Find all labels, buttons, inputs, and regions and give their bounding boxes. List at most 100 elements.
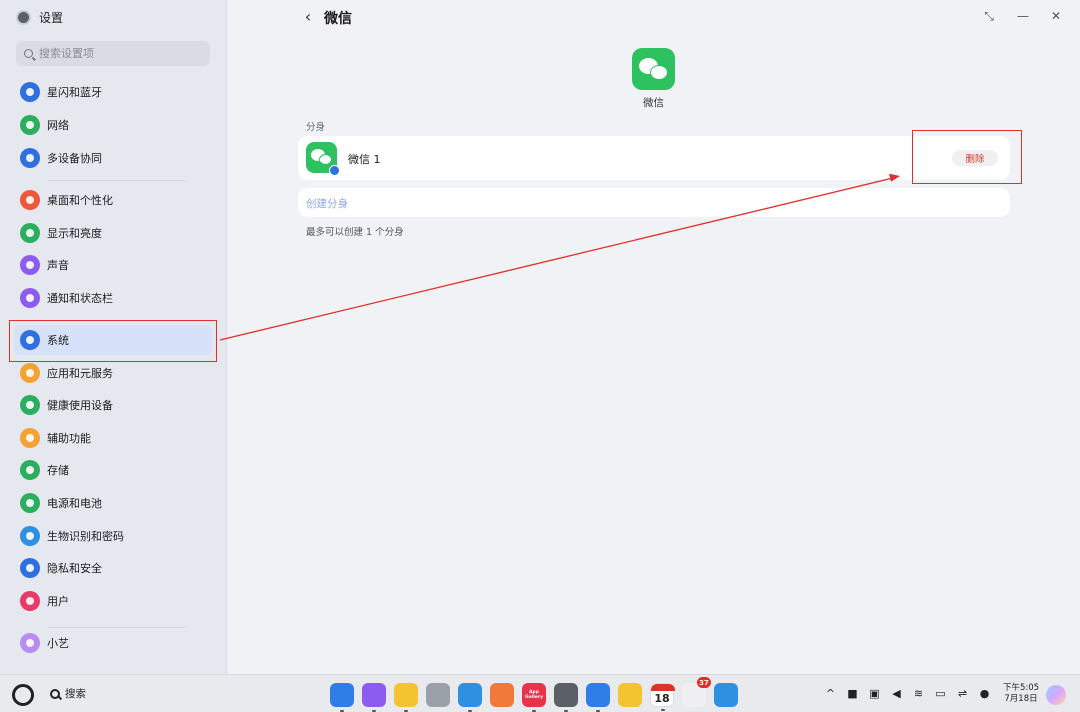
clock-date: 7月18日 <box>1004 694 1038 704</box>
close-button[interactable]: ✕ <box>1048 8 1064 24</box>
sidebar-item-4[interactable]: 显示和亮度 <box>14 218 212 248</box>
wifi-icon[interactable]: ≋ <box>912 687 925 700</box>
sidebar-item-label: 存储 <box>47 464 69 477</box>
app-gallery-icon[interactable]: App Gallery <box>522 683 546 712</box>
sidebar-item-label: 应用和元服务 <box>47 367 113 380</box>
battery-icon[interactable]: ▭ <box>934 687 947 700</box>
gallery-icon[interactable] <box>490 683 514 707</box>
start-button[interactable] <box>12 684 34 706</box>
apps-grid-icon <box>20 363 40 383</box>
volume-icon[interactable]: ◀ <box>890 687 903 700</box>
speaker-icon <box>20 255 40 275</box>
browser-icon[interactable] <box>458 683 482 712</box>
screen-capture-icon[interactable]: ▣ <box>868 687 881 700</box>
app-title: 设置 <box>39 10 64 25</box>
collapse-window-button[interactable]: ⤡ <box>981 8 997 24</box>
storage-icon <box>20 460 40 480</box>
clone-card: 微信 1 删除 <box>298 136 1010 180</box>
notes-icon[interactable] <box>586 683 610 712</box>
notification-bell-icon[interactable]: ● <box>978 687 991 700</box>
sidebar-item-label: 用户 <box>47 595 69 608</box>
sidebar-item-11[interactable]: 存储 <box>14 455 212 485</box>
sidebar-item-15[interactable]: 用户 <box>14 586 212 616</box>
sidebar-item-0[interactable]: 星闪和蓝牙 <box>14 77 212 107</box>
back-button[interactable]: ‹ <box>300 6 316 26</box>
search-input[interactable] <box>39 47 199 60</box>
annotation-box-system <box>9 320 217 362</box>
sidebar-item-label: 星闪和蓝牙 <box>47 86 102 99</box>
sidebar-item-6[interactable]: 通知和状态栏 <box>14 283 212 313</box>
chevron-up-icon[interactable]: ^ <box>824 687 837 700</box>
clone-name: 微信 1 <box>348 153 381 166</box>
assistant-orb-icon[interactable] <box>1046 685 1066 705</box>
app-center-icon[interactable] <box>330 683 354 712</box>
key-icon <box>20 526 40 546</box>
annotation-box-delete <box>912 130 1022 184</box>
multitask-icon[interactable] <box>362 683 386 712</box>
sidebar-item-1[interactable]: 网络 <box>14 110 212 140</box>
main-panel: ‹ 微信 ⤡ — ✕ 微信 分身 微信 1 删除 创建分身 最多可以创建 1 个… <box>228 0 1080 674</box>
bluetooth-icon <box>20 82 40 102</box>
sidebar-item-label: 电源和电池 <box>47 497 102 510</box>
taskbar: 搜索 App Gallery 18 37 ^ ■ ▣ ◀ ≋ ▭ ⇌ ● 下午5:0… <box>0 674 1080 712</box>
sidebar-item-5[interactable]: 声音 <box>14 250 212 280</box>
app-gallery-wordmark: App Gallery <box>524 690 544 700</box>
control-center-icon[interactable]: ⇌ <box>956 687 969 700</box>
app-name: 微信 <box>643 97 664 109</box>
clock[interactable]: 下午5:05 7月18日 <box>1000 683 1042 705</box>
battery-icon <box>20 493 40 513</box>
sidebar-item-label: 多设备协同 <box>47 152 102 165</box>
cloud-icon[interactable] <box>714 683 738 707</box>
wechat-clone-icon <box>306 142 340 176</box>
sidebar-item-label: 辅助功能 <box>47 432 91 445</box>
taskbar-search[interactable]: 搜索 <box>50 686 86 701</box>
sidebar-divider <box>48 180 186 181</box>
sidebar-item-9[interactable]: 健康使用设备 <box>14 390 212 420</box>
sidebar-item-label: 桌面和个性化 <box>47 194 113 207</box>
dock: App Gallery 18 37 <box>330 677 738 712</box>
sidebar-item-2[interactable]: 多设备协同 <box>14 143 212 173</box>
calendar-day: 18 <box>654 691 670 705</box>
memo-icon[interactable] <box>618 683 642 707</box>
sidebar-item-label: 生物识别和密码 <box>47 530 124 543</box>
app-header: 设置 <box>16 8 63 26</box>
sidebar-item-13[interactable]: 生物识别和密码 <box>14 521 212 551</box>
chevron-left-icon: ‹ <box>304 6 312 26</box>
sidebar-item-3[interactable]: 桌面和个性化 <box>14 185 212 215</box>
settings-icon[interactable] <box>554 683 578 712</box>
notification-badge: 37 <box>697 677 711 688</box>
sidebar-item-label: 网络 <box>47 119 69 132</box>
running-indicator <box>661 709 665 711</box>
bell-icon <box>20 288 40 308</box>
multi-device-icon <box>20 148 40 168</box>
calendar-icon[interactable]: 18 <box>650 683 675 711</box>
minimize-button[interactable]: — <box>1015 8 1031 24</box>
files-icon[interactable] <box>394 683 418 712</box>
search-box[interactable] <box>16 41 210 66</box>
search-icon <box>24 49 33 58</box>
mail-icon[interactable]: 37 <box>682 677 711 707</box>
wechat-app-icon <box>632 48 675 90</box>
sidebar-item-14[interactable]: 隐私和安全 <box>14 553 212 583</box>
close-icon: ✕ <box>1050 9 1062 23</box>
system-tray: ^ ■ ▣ ◀ ≋ ▭ ⇌ ● <box>824 687 991 700</box>
sidebar-item-label: 隐私和安全 <box>47 562 102 575</box>
sidebar-divider <box>48 627 186 628</box>
create-clone-row[interactable]: 创建分身 <box>298 188 1010 217</box>
page-title: 微信 <box>324 11 352 27</box>
create-clone-link[interactable]: 创建分身 <box>306 196 348 211</box>
collapse-icon: ⤡ <box>984 8 994 23</box>
settings-app-icon <box>16 9 31 25</box>
user-icon <box>20 591 40 611</box>
sidebar-item-label: 健康使用设备 <box>47 399 113 412</box>
sidebar-item-16[interactable]: 小艺 <box>14 628 212 658</box>
hourglass-icon <box>20 395 40 415</box>
sidebar-item-8[interactable]: 应用和元服务 <box>14 358 212 388</box>
hand-icon <box>20 428 40 448</box>
input-method-icon[interactable]: ■ <box>846 687 859 700</box>
trash-icon[interactable] <box>426 683 450 707</box>
shield-icon <box>20 558 40 578</box>
sidebar-item-12[interactable]: 电源和电池 <box>14 488 212 518</box>
sidebar-item-label: 显示和亮度 <box>47 227 102 240</box>
sidebar-item-10[interactable]: 辅助功能 <box>14 423 212 453</box>
